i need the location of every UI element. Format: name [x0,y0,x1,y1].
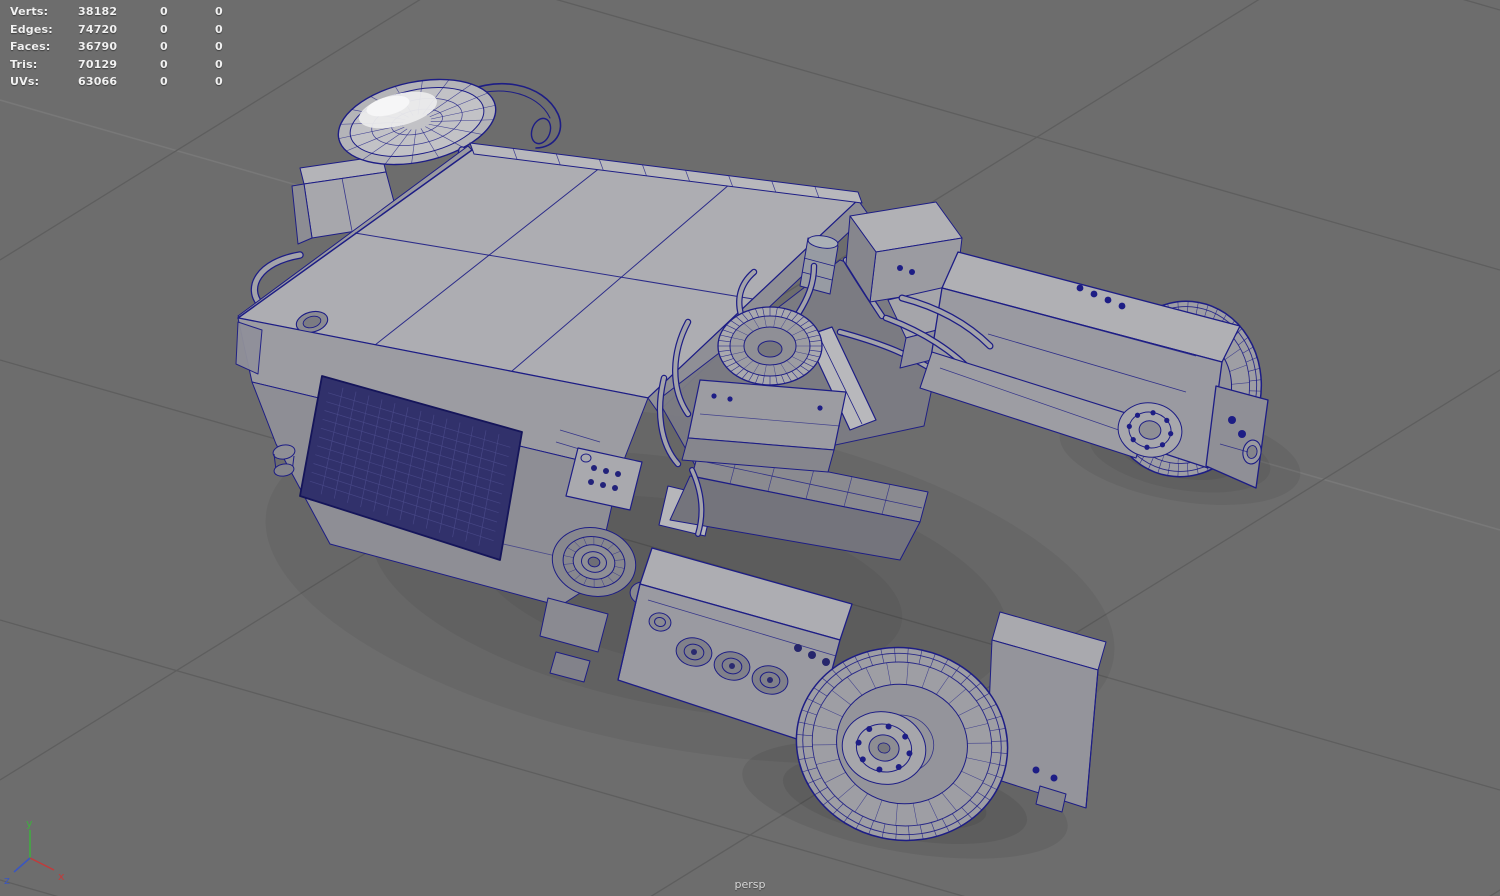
hud-stat-value: 0 [160,75,168,88]
poly-count-hud: Verts: 38182 0 0 Edges: 74720 0 0 Faces:… [10,3,290,91]
hud-row: Edges: 74720 0 0 [10,21,290,39]
hud-row: Faces: 36790 0 0 [10,38,290,56]
viewport-canvas[interactable] [0,0,1500,896]
hud-stat-value: 0 [215,57,223,71]
hud-stat-value: 0 [215,22,223,36]
hud-row: UVs: 63066 0 0 [10,73,290,91]
hud-stat-label: Faces: [10,40,51,53]
hud-stat-label: Tris: [10,57,38,71]
hud-stat-value: 0 [160,57,168,71]
camera-name-label: persp [734,878,766,891]
hud-stat-value: 0 [215,75,223,88]
gizmo-y-label: y [26,817,33,830]
hud-stat-value: 70129 [78,57,118,71]
gizmo-x-axis [29,857,55,871]
hud-stat-value: 38182 [78,5,118,18]
hud-stat-value: 0 [160,22,168,36]
hud-stat-label: Verts: [10,5,49,18]
hud-stat-value: 36790 [78,40,118,53]
hud-stat-value: 0 [215,5,223,18]
hud-stat-value: 63066 [78,75,118,88]
gizmo-x-label: x [58,870,65,883]
hud-stat-value: 74720 [78,22,118,36]
hud-stat-label: Edges: [10,22,53,36]
gizmo-z-axis [13,857,31,873]
axis-orientation-gizmo: y x z [4,817,65,887]
hud-row: Verts: 38182 0 0 [10,3,290,21]
perspective-viewport[interactable]: Verts: 38182 0 0 Edges: 74720 0 0 Faces:… [0,0,1500,896]
hud-stat-value: 0 [160,40,168,53]
hud-row: Tris: 70129 0 0 [10,56,290,74]
hud-stat-label: UVs: [10,75,40,88]
hud-stat-value: 0 [215,40,223,53]
hud-stat-value: 0 [160,5,168,18]
gizmo-z-label: z [4,874,10,887]
